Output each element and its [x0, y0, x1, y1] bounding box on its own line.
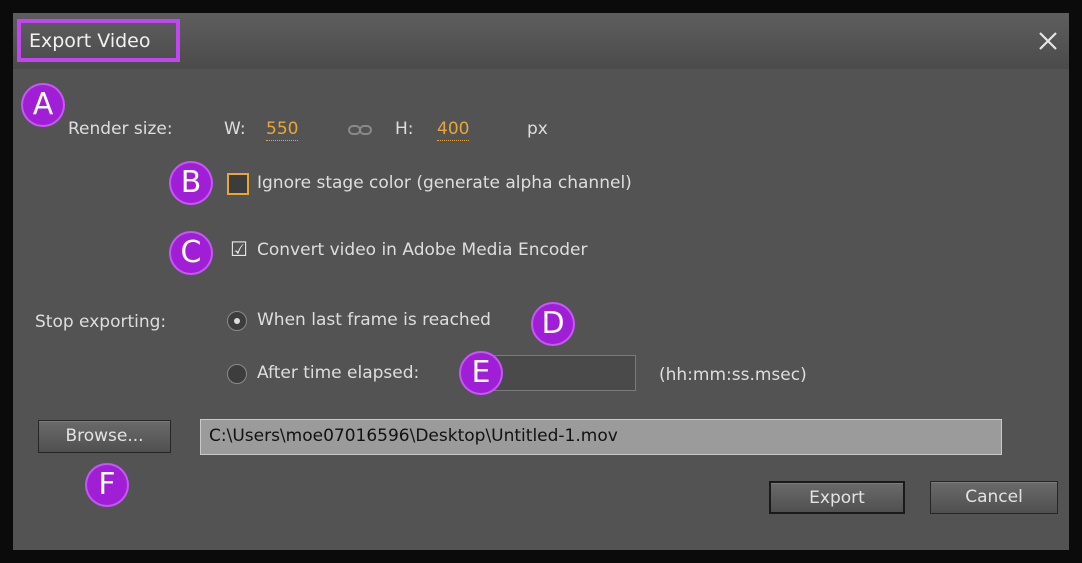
dialog-title: Export Video: [29, 30, 151, 52]
annotation-badge-b: B: [169, 161, 213, 205]
close-icon[interactable]: [1036, 29, 1060, 53]
ignore-stage-color-label[interactable]: Ignore stage color (generate alpha chann…: [257, 173, 632, 193]
height-value[interactable]: 400: [437, 119, 470, 141]
file-path-field[interactable]: C:\Users\moe07016596\Desktop\Untitled-1.…: [200, 419, 1002, 455]
link-icon[interactable]: [348, 123, 372, 137]
checkmark-icon: ☑: [230, 237, 248, 261]
stop-exporting-label: Stop exporting:: [35, 312, 167, 332]
px-unit-label: px: [527, 119, 548, 139]
time-format-label: (hh:mm:ss.msec): [659, 365, 807, 385]
width-label: W:: [224, 119, 246, 139]
convert-video-label[interactable]: Convert video in Adobe Media Encoder: [257, 240, 588, 260]
render-size-label: Render size:: [68, 119, 173, 139]
annotation-badge-c: C: [169, 231, 213, 275]
cancel-button[interactable]: Cancel: [930, 481, 1058, 514]
screenshot-frame: Export Video Render size: W: 550 H: 400 …: [0, 0, 1082, 563]
after-time-radio[interactable]: [227, 364, 247, 384]
annotation-badge-f: F: [85, 463, 129, 507]
annotation-badge-d: D: [531, 302, 575, 346]
export-video-dialog: Export Video Render size: W: 550 H: 400 …: [13, 13, 1069, 550]
title-bar[interactable]: Export Video: [13, 13, 1069, 69]
last-frame-label[interactable]: When last frame is reached: [257, 310, 491, 330]
last-frame-radio[interactable]: [227, 311, 247, 331]
after-time-label[interactable]: After time elapsed:: [257, 363, 419, 383]
convert-video-checkbox[interactable]: ☑: [227, 237, 249, 262]
export-button[interactable]: Export: [769, 481, 905, 514]
ignore-stage-color-checkbox[interactable]: [227, 173, 249, 195]
radio-selected-dot: [234, 318, 240, 324]
width-value[interactable]: 550: [266, 119, 299, 141]
height-label: H:: [395, 119, 414, 139]
annotation-badge-e: E: [459, 351, 503, 395]
annotation-badge-a: A: [21, 83, 65, 127]
browse-button[interactable]: Browse...: [38, 420, 171, 453]
